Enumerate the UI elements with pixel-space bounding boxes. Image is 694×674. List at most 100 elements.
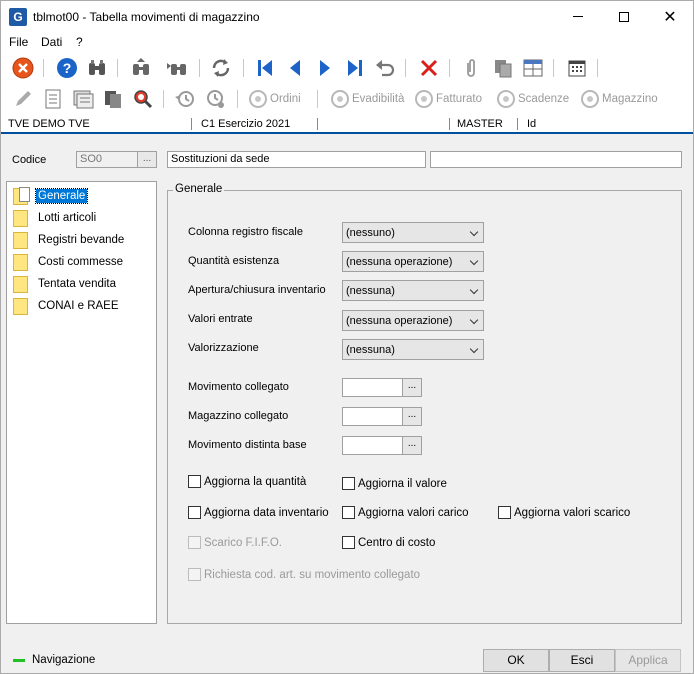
search-button[interactable]: [85, 56, 109, 80]
refresh-button[interactable]: [209, 56, 233, 80]
extra-field[interactable]: [430, 151, 682, 168]
ok-button[interactable]: OK: [483, 649, 549, 672]
main-toolbar: ?: [1, 52, 693, 83]
last-record-button[interactable]: [343, 56, 367, 80]
previous-record-button[interactable]: [283, 56, 307, 80]
valorizzazione-select[interactable]: (nessuna): [342, 339, 484, 360]
secondary-toolbar: Ordini Evadibilità Fatturato Scadenze Ma…: [1, 83, 693, 114]
cancel-icon: [12, 57, 34, 79]
user-label: MASTER: [457, 118, 503, 130]
document-button[interactable]: [41, 87, 65, 111]
colonna-registro-label: Colonna registro fiscale: [188, 226, 303, 238]
pages-icon: [105, 91, 121, 108]
menu-bar: File Dati ?: [1, 32, 693, 52]
inspect-button[interactable]: [131, 87, 155, 111]
history-user-button[interactable]: [203, 87, 227, 111]
close-icon: ✕: [663, 8, 677, 26]
quantita-esistenza-select[interactable]: (nessuna operazione): [342, 251, 484, 272]
quantita-esistenza-label: Quantità esistenza: [188, 255, 280, 267]
history-button[interactable]: [173, 87, 197, 111]
help-button[interactable]: ?: [55, 56, 79, 80]
aggiorna-quantita-checkbox[interactable]: Aggiorna la quantità: [188, 475, 306, 488]
maximize-button[interactable]: [601, 1, 647, 32]
codice-field[interactable]: SO0: [76, 151, 138, 168]
aggiorna-data-inventario-checkbox[interactable]: Aggiorna data inventario: [188, 506, 329, 519]
search-next-button[interactable]: [165, 56, 189, 80]
description-field[interactable]: Sostituzioni da sede: [167, 151, 426, 168]
main-window: G tblmot00 - Tabella movimenti di magazz…: [0, 0, 694, 674]
scadenze-button[interactable]: Scadenze: [497, 89, 569, 109]
magazzino-button[interactable]: Magazzino: [581, 89, 658, 109]
tree-item-generale[interactable]: Generale: [13, 186, 89, 206]
evadibilita-button[interactable]: Evadibilità: [331, 89, 404, 109]
pages-button[interactable]: [101, 87, 125, 111]
fatturato-button[interactable]: Fatturato: [415, 89, 482, 109]
colonna-registro-select[interactable]: (nessuno): [342, 222, 484, 243]
movimento-distinta-lookup-button[interactable]: ...: [402, 436, 422, 455]
movimento-collegato-field[interactable]: [342, 378, 403, 397]
generale-group-title: Generale: [173, 183, 225, 195]
delete-button[interactable]: [417, 56, 441, 80]
applica-button[interactable]: Applica: [615, 649, 681, 672]
chevron-down-icon: [469, 315, 479, 325]
magazzino-collegato-field[interactable]: [342, 407, 403, 426]
company-name: TVE DEMO TVE: [8, 118, 90, 130]
folder-icon: [13, 297, 28, 315]
movimento-collegato-lookup-button[interactable]: ...: [402, 378, 422, 397]
richiesta-cod-art-checkbox[interactable]: Richiesta cod. art. su movimento collega…: [188, 568, 420, 581]
edit-button[interactable]: [11, 87, 35, 111]
first-record-button[interactable]: [253, 56, 277, 80]
apertura-chiusura-select[interactable]: (nessuna): [342, 280, 484, 301]
minimize-button[interactable]: [555, 1, 601, 32]
chevron-down-icon: [469, 227, 479, 237]
aggiorna-valore-checkbox[interactable]: Aggiorna il valore: [342, 477, 447, 490]
scadenze-icon: [497, 90, 515, 108]
previous-icon: [290, 60, 300, 76]
search-first-button[interactable]: [129, 56, 153, 80]
folder-icon: [13, 275, 28, 293]
esci-button[interactable]: Esci: [549, 649, 615, 672]
minimize-icon: [573, 16, 583, 17]
history-user-icon: [207, 90, 224, 108]
valori-entrate-select[interactable]: (nessuna operazione): [342, 310, 484, 331]
tree-item-lotti-articoli[interactable]: Lotti articoli: [13, 208, 98, 228]
scarico-fifo-checkbox[interactable]: Scarico F.I.F.O.: [188, 536, 282, 549]
centro-di-costo-checkbox[interactable]: Centro di costo: [342, 536, 435, 549]
menu-help[interactable]: ?: [76, 35, 83, 49]
context-status-line: TVE DEMO TVE C1 Esercizio 2021 MASTER Id: [1, 114, 693, 134]
window-title: tblmot00 - Tabella movimenti di magazzin…: [33, 10, 260, 24]
next-icon: [320, 60, 330, 76]
copy-button[interactable]: [491, 56, 515, 80]
ordini-button[interactable]: Ordini: [249, 89, 301, 109]
magazzino-collegato-lookup-button[interactable]: ...: [402, 407, 422, 426]
evadibilita-icon: [331, 90, 349, 108]
title-bar: G tblmot00 - Tabella movimenti di magazz…: [1, 1, 693, 32]
tree-item-registri-bevande[interactable]: Registri bevande: [13, 230, 126, 250]
close-window-button[interactable]: ✕: [647, 1, 693, 32]
last-icon: [348, 60, 362, 76]
menu-dati[interactable]: Dati: [41, 35, 62, 49]
list-button[interactable]: [71, 87, 95, 111]
refresh-icon: [212, 59, 230, 77]
magazzino-icon: [581, 90, 599, 108]
tree-item-costi-commesse[interactable]: Costi commesse: [13, 252, 125, 272]
codice-lookup-button[interactable]: ...: [137, 151, 157, 168]
tree-item-conai-raee[interactable]: CONAI e RAEE: [13, 296, 121, 316]
menu-file[interactable]: File: [9, 35, 28, 49]
folder-icon: [13, 253, 28, 271]
document-icon: [45, 89, 61, 109]
movimento-distinta-field[interactable]: [342, 436, 403, 455]
undo-button[interactable]: [373, 56, 397, 80]
layout-button[interactable]: [521, 56, 545, 80]
help-icon: ?: [57, 58, 77, 78]
folder-icon: [13, 209, 28, 227]
next-record-button[interactable]: [313, 56, 337, 80]
calendar-button[interactable]: [565, 56, 589, 80]
aggiorna-valori-scarico-checkbox[interactable]: Aggiorna valori scarico: [498, 506, 630, 519]
section-tree: Generale Lotti articoli Registri bevande…: [6, 181, 157, 624]
tree-item-tentata-vendita[interactable]: Tentata vendita: [13, 274, 118, 294]
cancel-button[interactable]: [11, 56, 35, 80]
attach-button[interactable]: [459, 56, 483, 80]
undo-icon: [376, 60, 395, 77]
aggiorna-valori-carico-checkbox[interactable]: Aggiorna valori carico: [342, 506, 469, 519]
